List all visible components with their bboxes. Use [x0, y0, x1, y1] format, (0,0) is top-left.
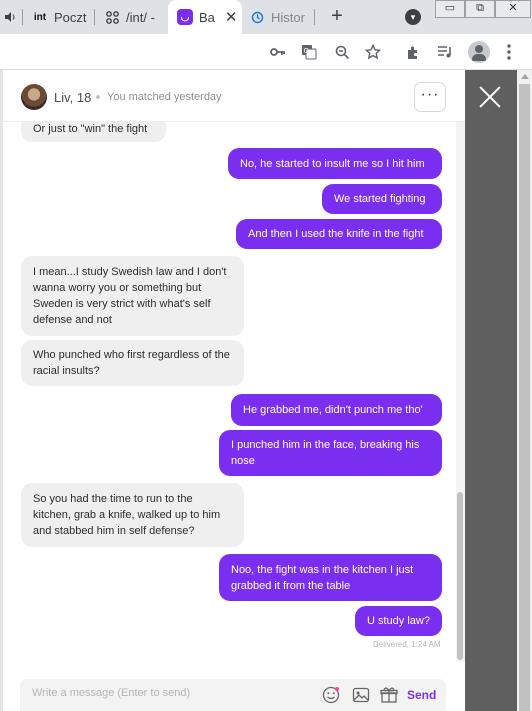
scroll-up-arrow-icon[interactable]	[521, 74, 529, 79]
tab-search-icon[interactable]: ▾	[405, 9, 421, 25]
gift-icon[interactable]	[379, 685, 399, 705]
send-button[interactable]: Send	[407, 688, 436, 702]
message-outgoing: No, he started to insult me so I hit him	[228, 148, 442, 179]
media-control-icon[interactable]	[435, 42, 455, 62]
message-incoming: So you had the time to run to the kitche…	[21, 483, 244, 547]
tab-badoo-active[interactable]: ◡ Ba ✕	[168, 0, 242, 34]
image-icon[interactable]	[351, 685, 371, 705]
message-outgoing: He grabbed me, didn't punch me tho'	[231, 394, 442, 426]
badoo-icon: ◡	[177, 9, 193, 25]
page-scrollbar[interactable]	[517, 70, 532, 711]
speaker-icon	[2, 9, 18, 25]
grid-icon	[104, 9, 120, 25]
browser-toolbar: G	[0, 34, 532, 70]
close-tab-icon[interactable]: ✕	[225, 8, 238, 26]
message-incoming: Who punched who first regardless of the …	[21, 340, 244, 386]
zoom-icon[interactable]	[332, 42, 352, 62]
tab-title: Ba	[199, 9, 215, 25]
tab-separator	[314, 9, 315, 25]
message-incoming: Or just to "win" the fight	[21, 122, 166, 142]
message-outgoing: U study law?	[355, 606, 442, 636]
profile-name[interactable]: Liv, 18	[54, 90, 91, 105]
svg-text:G: G	[304, 47, 309, 55]
modal-overlay[interactable]	[465, 70, 517, 711]
message-composer: Send	[20, 679, 446, 711]
kebab-menu-icon[interactable]	[499, 42, 519, 62]
separator-dot	[96, 95, 100, 99]
tab-title: Poczt	[54, 9, 87, 25]
delivery-status: Delivered, 1:24 AM	[373, 640, 441, 649]
tab-strip: int Poczt /int/ - ◡ Ba ✕ Histor + ▾ ▭ ⧉ …	[0, 0, 532, 34]
message-outgoing: I punched him in the face, breaking his …	[219, 430, 442, 476]
tab-title: Histor	[271, 9, 305, 25]
message-list: Or just to "win" the fight No, he starte…	[3, 122, 465, 662]
tab-separator	[22, 9, 23, 25]
message-incoming: I mean...I study Swedish law and I don't…	[21, 256, 244, 336]
new-tab-button[interactable]: +	[326, 5, 348, 27]
message-outgoing: We started fighting	[322, 184, 442, 214]
profile-icon[interactable]	[468, 41, 490, 63]
tab-int[interactable]: /int/ -	[104, 0, 162, 34]
more-options-button[interactable]: ···	[414, 82, 446, 112]
tab-title: /int/ -	[126, 9, 155, 25]
match-status: You matched yesterday	[107, 91, 222, 103]
tab-separator	[94, 9, 95, 25]
history-icon	[249, 9, 265, 25]
extensions-icon[interactable]	[403, 42, 423, 62]
tab-history[interactable]: Histor	[249, 0, 311, 34]
message-outgoing: And then I used the knife in the fight	[236, 219, 442, 249]
close-window-button[interactable]: ✕	[495, 0, 531, 18]
star-icon[interactable]	[363, 42, 383, 62]
message-input[interactable]	[32, 687, 292, 699]
chat-panel: Liv, 18 You matched yesterday ··· Or jus…	[3, 70, 465, 711]
chat-header: Liv, 18 You matched yesterday ···	[3, 70, 465, 122]
tab-poczta[interactable]: int Poczt	[32, 0, 90, 34]
avatar[interactable]	[21, 84, 47, 110]
key-icon[interactable]	[268, 42, 288, 62]
restore-button[interactable]: ⧉	[465, 0, 495, 18]
tab-audio[interactable]	[2, 0, 20, 34]
minimize-button[interactable]: ▭	[435, 0, 465, 18]
page-scrollbar-thumb[interactable]	[519, 84, 530, 711]
chat-scrollbar-thumb[interactable]	[457, 492, 463, 660]
message-outgoing: Noo, the fight was in the kitchen I just…	[219, 554, 442, 601]
close-icon[interactable]	[478, 85, 502, 109]
int-logo-icon: int	[33, 11, 47, 23]
translate-icon[interactable]: G	[299, 42, 319, 62]
emoji-icon[interactable]	[321, 685, 341, 705]
